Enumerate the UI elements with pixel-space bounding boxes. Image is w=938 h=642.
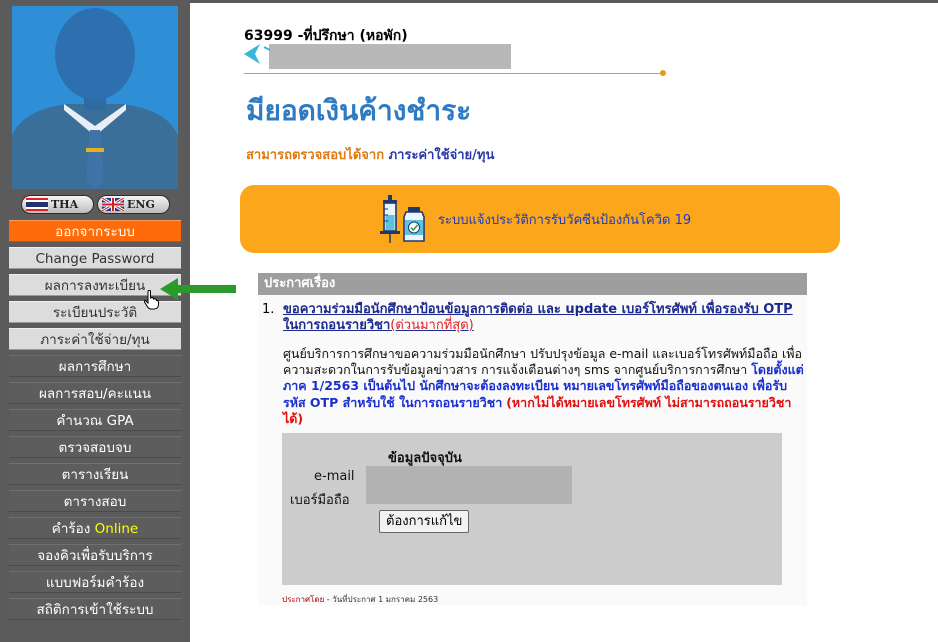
announced-date: วันที่ประกาศ 1 มกราคม 2563 (332, 595, 439, 604)
menu-change-password[interactable]: Change Password (9, 247, 181, 269)
thai-language-button[interactable]: THA (21, 195, 94, 214)
menu-expenses-scholarship[interactable]: ภาระค่าใช้จ่าย/ทุน (9, 328, 181, 350)
menu-study-results[interactable]: ผลการศึกษา (9, 355, 181, 377)
online-request-prefix: คำร้อง (51, 521, 91, 537)
back-arrow-icon[interactable] (242, 41, 272, 67)
thai-language-label: THA (51, 198, 79, 211)
phone-label: เบอร์มือถือ (290, 493, 350, 508)
edit-info-button[interactable]: ต้องการแก้ไข (379, 510, 470, 533)
vaccine-banner-text: ระบบแจ้งประวัติการรับวัคซีนป้องกันโควิด … (438, 213, 692, 228)
sidebar: THA ENG ออกจากระบบ Change Password ผลการ… (0, 3, 190, 642)
redacted-contact-info (366, 466, 572, 504)
english-language-button[interactable]: ENG (97, 195, 170, 214)
menu-usage-statistics[interactable]: สถิติการเข้าใช้ระบบ (9, 598, 181, 620)
header-divider-dot (660, 70, 666, 76)
page-title: มียอดเงินค้างชำระ (246, 94, 472, 127)
current-info-title: ข้อมูลปัจจุบัน (388, 451, 462, 466)
announcement-box: 1. ขอความร่วมมือนักศึกษาป้อนข้อมูลการติด… (258, 295, 807, 605)
green-arrow-icon (160, 278, 236, 300)
online-request-highlight: Online (94, 521, 139, 537)
redacted-name (269, 44, 511, 69)
menu-book-queue[interactable]: จองคิวเพื่อรับบริการ (9, 544, 181, 566)
menu-exam-schedule[interactable]: ตารางสอบ (9, 490, 181, 512)
vaccine-banner[interactable]: ระบบแจ้งประวัติการรับวัคซีนป้องกันโควิด … (240, 185, 840, 253)
language-bar: THA ENG (0, 193, 190, 219)
announcement-number: 1. (262, 302, 275, 317)
menu-request-forms[interactable]: แบบฟอร์มคำร้อง (9, 571, 181, 593)
expenses-link[interactable]: ภาระค่าใช้จ่าย/ทุน (389, 148, 495, 163)
page-subtitle: สามารถตรวจสอบได้จาก ภาระค่าใช้จ่าย/ทุน (246, 144, 494, 165)
urgency-label: (ด่วนมากที่สุด) (390, 318, 474, 333)
thai-flag-icon (26, 198, 48, 211)
announcement-title-text[interactable]: ขอความร่วมมือนักศึกษาป้อนข้อมูลการติดต่อ… (283, 302, 793, 333)
menu-exam-scores[interactable]: ผลการสอบ/คะแนน (9, 382, 181, 404)
avatar (12, 6, 178, 189)
announcement-title[interactable]: ขอความร่วมมือนักศึกษาป้อนข้อมูลการติดต่อ… (283, 302, 803, 334)
english-language-label: ENG (127, 198, 155, 211)
menu-gpa-calculator[interactable]: คำนวณ GPA (9, 409, 181, 431)
announcement-body: ศูนย์บริการการศึกษาขอความร่วมมือนักศึกษา… (283, 346, 805, 427)
announcement-header: ประกาศเรื่อง (258, 273, 807, 295)
header-divider (244, 73, 664, 74)
menu-class-schedule[interactable]: ตารางเรียน (9, 463, 181, 485)
announced-by: ประกาศโดย - (282, 595, 330, 604)
uk-flag-icon (101, 196, 125, 213)
menu-graduation-check[interactable]: ตรวจสอบจบ (9, 436, 181, 458)
subtitle-prefix: สามารถตรวจสอบได้จาก (246, 148, 385, 163)
body-text-normal: ศูนย์บริการการศึกษาขอความร่วมมือนักศึกษา… (283, 346, 803, 378)
vaccine-icon (380, 195, 425, 243)
current-info-panel: ข้อมูลปัจจุบัน e-mail เบอร์มือถือ ต้องกา… (282, 433, 782, 585)
menu-online-request[interactable]: คำร้อง Online (9, 517, 181, 539)
main-content: 63999 -ที่ปรึกษา (หอพัก) มียอดเงินค้างชำ… (190, 3, 938, 642)
logout-button[interactable]: ออกจากระบบ (9, 220, 181, 242)
announcement-footer: ประกาศโดย - วันที่ประกาศ 1 มกราคม 2563 (282, 593, 438, 606)
email-label: e-mail (314, 469, 355, 484)
hand-cursor-icon (143, 290, 159, 310)
